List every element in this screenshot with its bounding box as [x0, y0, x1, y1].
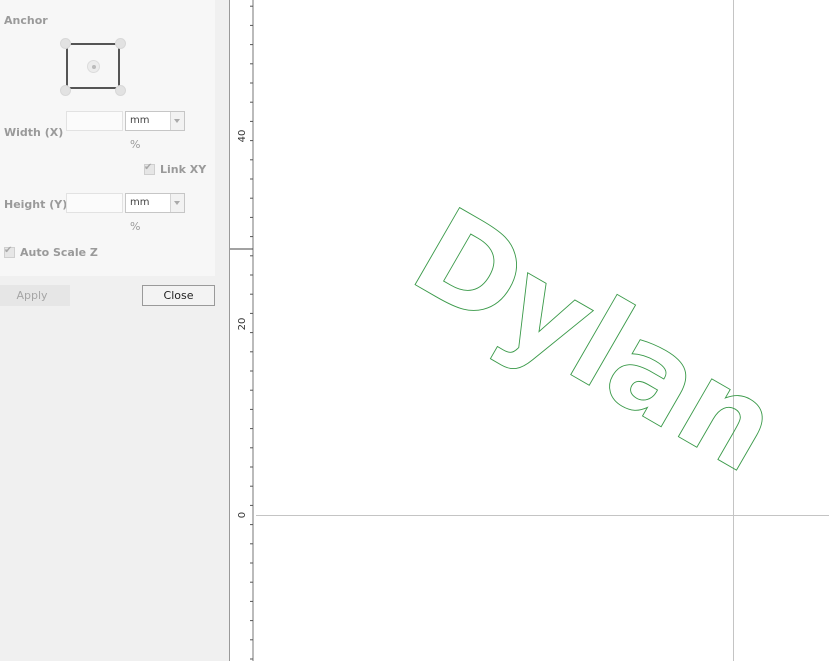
- ruler-label-20: 20: [237, 318, 248, 331]
- height-percent-label: %: [130, 220, 141, 233]
- height-unit-select[interactable]: mm: [125, 193, 185, 213]
- link-xy-label: Link XY: [160, 163, 207, 176]
- anchor-top-left-handle[interactable]: [60, 38, 71, 49]
- chevron-down-icon: [170, 194, 184, 212]
- close-button[interactable]: Close: [142, 285, 215, 306]
- ruler-label-0: 0: [237, 512, 248, 518]
- resize-group: Anchor Width (X) mm % ✔ Link XY Height (…: [0, 0, 215, 276]
- anchor-bottom-right-handle[interactable]: [115, 85, 126, 96]
- height-unit-value: mm: [130, 197, 150, 208]
- vertical-ruler: 40 20 0: [230, 0, 254, 661]
- link-xy-checkbox[interactable]: ✔: [144, 162, 155, 175]
- height-label: Height (Y): [4, 198, 68, 211]
- width-label: Width (X): [4, 126, 64, 139]
- anchor-top-right-handle[interactable]: [115, 38, 126, 49]
- width-input[interactable]: [66, 111, 123, 131]
- width-percent-label: %: [130, 138, 141, 151]
- width-unit-value: mm: [130, 115, 150, 126]
- auto-scale-z-label: Auto Scale Z: [20, 246, 98, 259]
- height-input[interactable]: [66, 193, 123, 213]
- canvas-svg: 40 20 0 Dylan: [230, 0, 829, 661]
- checkmark-icon: ✔: [144, 162, 153, 173]
- resize-panel: Anchor Width (X) mm % ✔ Link XY Height (…: [0, 0, 229, 661]
- auto-scale-z-checkbox[interactable]: ✔: [4, 245, 15, 258]
- ruler-label-40: 40: [237, 130, 248, 143]
- apply-button[interactable]: Apply: [0, 285, 70, 306]
- width-unit-select[interactable]: mm: [125, 111, 185, 131]
- anchor-center-handle[interactable]: [87, 60, 100, 73]
- text-outline-object[interactable]: Dylan: [390, 181, 801, 501]
- anchor-selector[interactable]: [60, 38, 126, 96]
- anchor-bottom-left-handle[interactable]: [60, 85, 71, 96]
- anchor-label: Anchor: [4, 14, 48, 27]
- chevron-down-icon: [170, 112, 184, 130]
- checkmark-icon: ✔: [4, 245, 13, 256]
- design-canvas[interactable]: 40 20 0 Dylan: [229, 0, 829, 661]
